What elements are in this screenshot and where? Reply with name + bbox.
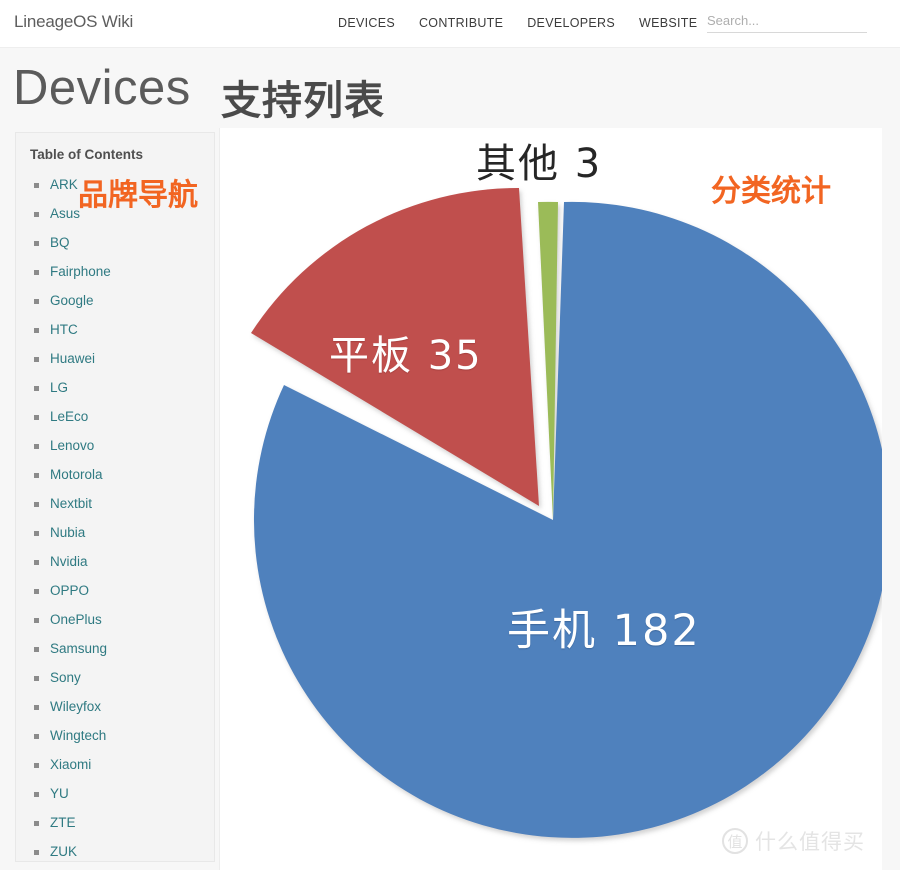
- toc-link-label[interactable]: Nvidia: [50, 554, 88, 569]
- watermark-text: 什么值得买: [755, 830, 865, 854]
- toc-link-label[interactable]: Motorola: [50, 467, 103, 482]
- toc-link-label[interactable]: Nubia: [50, 525, 85, 540]
- bullet-icon: [34, 589, 39, 594]
- title-annotation-overlay: 支持列表: [221, 78, 385, 124]
- toc-link-label[interactable]: Fairphone: [50, 264, 111, 279]
- page-title: Devices: [13, 61, 191, 115]
- bullet-icon: [34, 647, 39, 652]
- toc-link-label[interactable]: Huawei: [50, 351, 95, 366]
- bullet-icon: [34, 850, 39, 855]
- bullet-icon: [34, 792, 39, 797]
- toc-link-label[interactable]: Wileyfox: [50, 699, 101, 714]
- sidebar-item-yu[interactable]: YU: [16, 779, 214, 808]
- toc-link-label[interactable]: Google: [50, 293, 94, 308]
- nav-item-contribute[interactable]: CONTRIBUTE: [419, 16, 503, 30]
- bullet-icon: [34, 212, 39, 217]
- toc-heading: Table of Contents: [30, 147, 143, 162]
- toc-link-label[interactable]: ZUK: [50, 844, 77, 859]
- toc-link-label[interactable]: YU: [50, 786, 69, 801]
- device-category-pie-chart: 其他 3 平板 35 手机 182 分类统计: [219, 128, 882, 870]
- bullet-icon: [34, 357, 39, 362]
- sidebar-item-bq[interactable]: BQ: [16, 228, 214, 257]
- search-input[interactable]: [707, 12, 867, 33]
- bullet-icon: [34, 705, 39, 710]
- sidebar-item-oppo[interactable]: OPPO: [16, 576, 214, 605]
- bullet-icon: [34, 502, 39, 507]
- sidebar-item-nvidia[interactable]: Nvidia: [16, 547, 214, 576]
- sidebar-item-huawei[interactable]: Huawei: [16, 344, 214, 373]
- sidebar-item-wileyfox[interactable]: Wileyfox: [16, 692, 214, 721]
- sidebar-item-google[interactable]: Google: [16, 286, 214, 315]
- toc-link-label[interactable]: Wingtech: [50, 728, 106, 743]
- pie-label-phone: 手机 182: [507, 606, 701, 656]
- nav-item-website[interactable]: WEBSITE: [639, 16, 697, 30]
- pie-label-tablet: 平板 35: [329, 333, 483, 379]
- sidebar-item-zte[interactable]: ZTE: [16, 808, 214, 837]
- search-box: [707, 12, 867, 33]
- bullet-icon: [34, 618, 39, 623]
- bullet-icon: [34, 763, 39, 768]
- bullet-icon: [34, 183, 39, 188]
- toc-link-label[interactable]: Xiaomi: [50, 757, 91, 772]
- bullet-icon: [34, 734, 39, 739]
- bullet-icon: [34, 676, 39, 681]
- bullet-icon: [34, 415, 39, 420]
- sidebar-item-wingtech[interactable]: Wingtech: [16, 721, 214, 750]
- sidebar-item-zuk[interactable]: ZUK: [16, 837, 214, 866]
- site-brand[interactable]: LineageOS Wiki: [14, 12, 133, 32]
- bullet-icon: [34, 328, 39, 333]
- top-navigation-bar: LineageOS Wiki DEVICES CONTRIBUTE DEVELO…: [0, 0, 900, 48]
- bullet-icon: [34, 386, 39, 391]
- toc-link-label[interactable]: Lenovo: [50, 438, 94, 453]
- watermark-logo-icon: 值: [722, 828, 748, 854]
- sidebar-item-leeco[interactable]: LeEco: [16, 402, 214, 431]
- bullet-icon: [34, 444, 39, 449]
- toc-link-label[interactable]: Samsung: [50, 641, 107, 656]
- chart-annotation-overlay: 分类统计: [711, 174, 831, 209]
- toc-link-label[interactable]: ARK: [50, 177, 78, 192]
- sidebar-annotation-overlay: 品牌导航: [78, 178, 198, 213]
- bullet-icon: [34, 270, 39, 275]
- bullet-icon: [34, 299, 39, 304]
- sidebar-item-samsung[interactable]: Samsung: [16, 634, 214, 663]
- sidebar-item-xiaomi[interactable]: Xiaomi: [16, 750, 214, 779]
- bullet-icon: [34, 821, 39, 826]
- toc-link-label[interactable]: OnePlus: [50, 612, 102, 627]
- nav-item-devices[interactable]: DEVICES: [338, 16, 395, 30]
- pie-chart-svg: [251, 187, 882, 838]
- bullet-icon: [34, 241, 39, 246]
- sidebar-item-lg[interactable]: LG: [16, 373, 214, 402]
- sidebar-item-nubia[interactable]: Nubia: [16, 518, 214, 547]
- watermark: 值 什么值得买: [722, 826, 865, 856]
- toc-link-label[interactable]: Sony: [50, 670, 81, 685]
- pie-label-other: 其他 3: [476, 141, 603, 187]
- sidebar-item-htc[interactable]: HTC: [16, 315, 214, 344]
- page-root: LineageOS Wiki DEVICES CONTRIBUTE DEVELO…: [0, 0, 900, 870]
- sidebar-item-lenovo[interactable]: Lenovo: [16, 431, 214, 460]
- toc-link-label[interactable]: LeEco: [50, 409, 88, 424]
- bullet-icon: [34, 473, 39, 478]
- nav-item-developers[interactable]: DEVELOPERS: [527, 16, 615, 30]
- main-nav: DEVICES CONTRIBUTE DEVELOPERS WEBSITE: [338, 16, 697, 30]
- toc-link-label[interactable]: ZTE: [50, 815, 76, 830]
- sidebar-item-nextbit[interactable]: Nextbit: [16, 489, 214, 518]
- toc-list: ARK Asus BQ Fairphone Google HTC Huawei …: [16, 170, 214, 866]
- toc-link-label[interactable]: LG: [50, 380, 68, 395]
- bullet-icon: [34, 531, 39, 536]
- pie-slices-group: [251, 187, 882, 838]
- toc-link-label[interactable]: HTC: [50, 322, 78, 337]
- toc-link-label[interactable]: OPPO: [50, 583, 89, 598]
- toc-link-label[interactable]: BQ: [50, 235, 70, 250]
- sidebar-item-oneplus[interactable]: OnePlus: [16, 605, 214, 634]
- toc-link-label[interactable]: Nextbit: [50, 496, 92, 511]
- table-of-contents-sidebar: Table of Contents ARK Asus BQ Fairphone …: [15, 132, 215, 862]
- sidebar-item-sony[interactable]: Sony: [16, 663, 214, 692]
- bullet-icon: [34, 560, 39, 565]
- toc-link-label[interactable]: Asus: [50, 206, 80, 221]
- sidebar-item-fairphone[interactable]: Fairphone: [16, 257, 214, 286]
- sidebar-item-motorola[interactable]: Motorola: [16, 460, 214, 489]
